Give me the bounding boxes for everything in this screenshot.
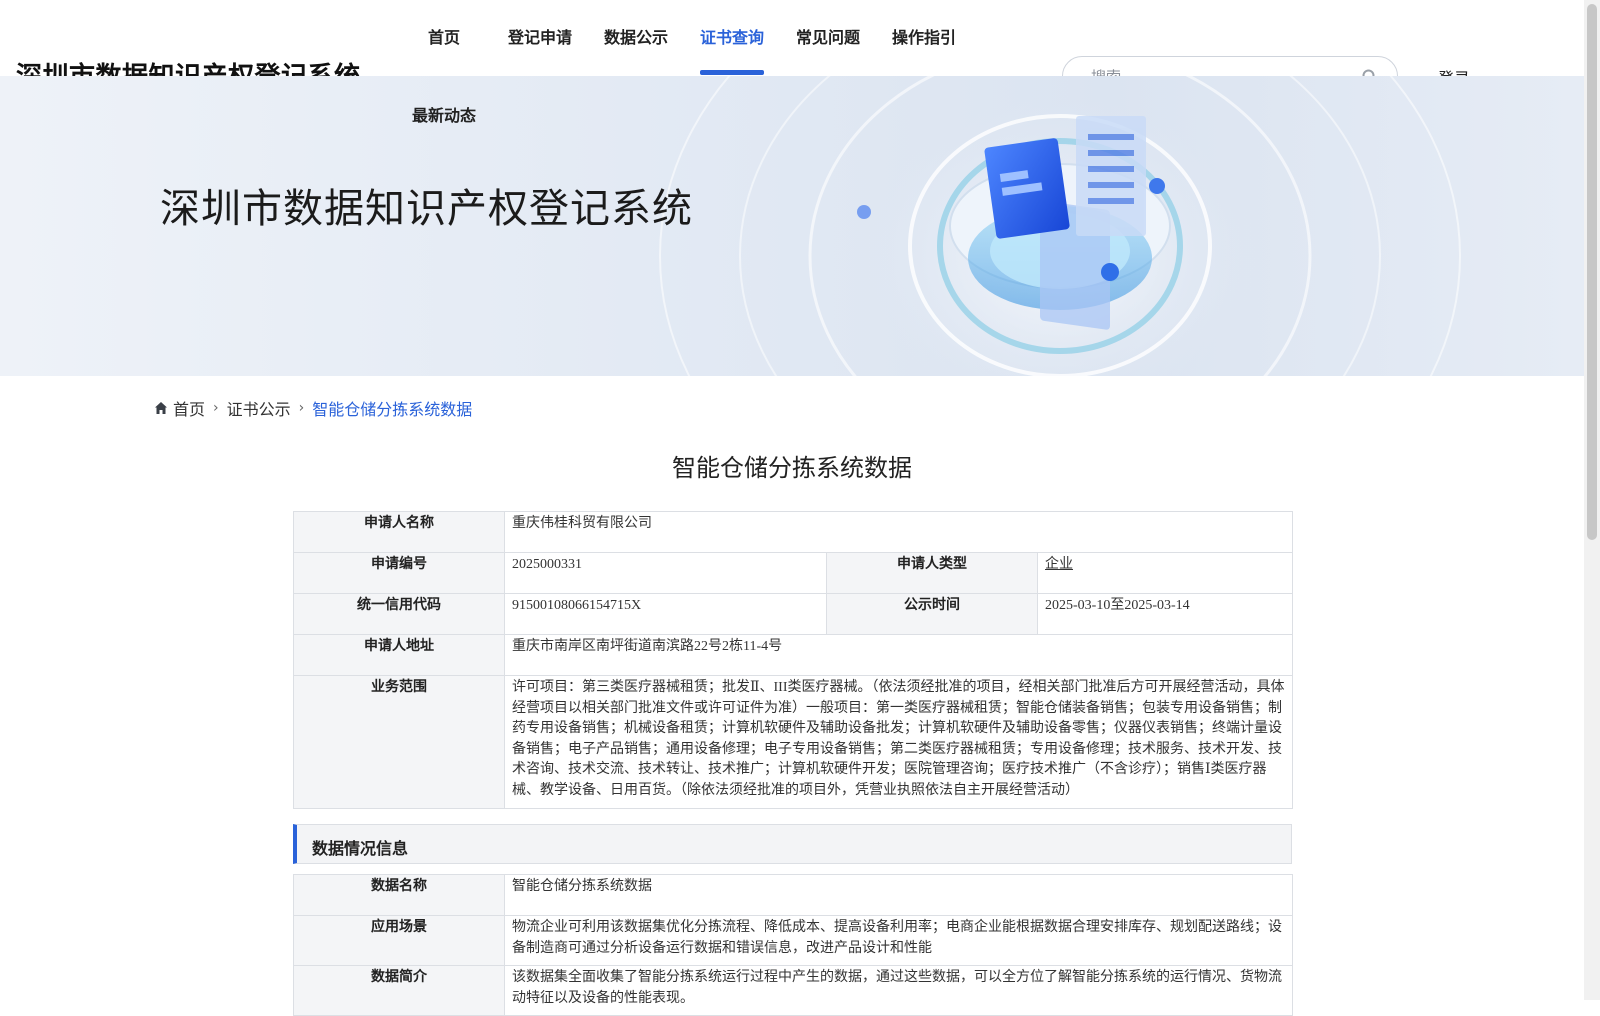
nav-active-indicator bbox=[700, 70, 764, 75]
breadcrumb-home[interactable]: 首页 bbox=[173, 396, 205, 420]
publicity-time-value: 2025-03-10至2025-03-14 bbox=[1036, 593, 1294, 635]
table-row: 申请人地址 重庆市南岸区南坪街道南滨路22号2栋11-4号 bbox=[293, 634, 1294, 676]
banner-title: 深圳市数据知识产权登记系统 bbox=[160, 186, 693, 232]
business-scope-value: 许可项目：第三类医疗器械租赁；批发Ⅱ、III类医疗器械。（依法须经批准的项目，经… bbox=[503, 675, 1294, 809]
application-scenario-value: 物流企业可利用该数据集优化分拣流程、降低成本、提高设备利用率；电商企业能根据数据… bbox=[504, 914, 1293, 967]
breadcrumb-current: 智能仓储分拣系统数据 bbox=[312, 400, 473, 419]
table-row: 数据名称 智能仓储分拣系统数据 bbox=[293, 874, 1293, 916]
applicant-name-label: 申请人名称 bbox=[293, 511, 505, 553]
credit-code-label: 统一信用代码 bbox=[293, 593, 505, 635]
data-intro-value: 该数据集全面收集了智能分拣系统运行过程中产生的数据，通过这些数据，可以全方位了解… bbox=[504, 965, 1293, 1016]
nav-faq[interactable]: 常见问题 bbox=[796, 24, 860, 48]
page-scrollbar[interactable] bbox=[1584, 0, 1600, 1000]
data-name-value: 智能仓储分拣系统数据 bbox=[504, 874, 1293, 916]
applicant-address-value: 重庆市南岸区南坪街道南滨路22号2栋11-4号 bbox=[503, 634, 1294, 676]
nav-register-apply[interactable]: 登记申请 bbox=[508, 24, 572, 48]
applicant-name-value: 重庆伟桂科贸有限公司 bbox=[503, 511, 1294, 553]
application-scenario-label: 应用场景 bbox=[293, 914, 505, 967]
nav-data-publicity[interactable]: 数据公示 bbox=[604, 24, 668, 48]
scrollbar-thumb[interactable] bbox=[1587, 4, 1597, 540]
table-row: 申请编号 2025000331 申请人类型 企业 bbox=[293, 552, 1294, 594]
section-title: 数据情况信息 bbox=[312, 841, 409, 858]
nav-guide[interactable]: 操作指引 bbox=[892, 24, 956, 48]
home-icon bbox=[155, 402, 167, 414]
data-info-section-header: 数据情况信息 bbox=[293, 824, 1292, 864]
applicant-type-link[interactable]: 企业 bbox=[1045, 557, 1073, 572]
main-nav: 首页 登记申请 数据公示 证书查询 常见问题 操作指引 bbox=[0, 0, 1000, 76]
nav-latest-news[interactable]: 最新动态 bbox=[412, 102, 476, 126]
applicant-info-table: 申请人名称 重庆伟桂科贸有限公司 申请编号 2025000331 申请人类型 企… bbox=[293, 511, 1294, 809]
nav-certificate-query[interactable]: 证书查询 bbox=[700, 24, 764, 48]
hero-banner: 深圳市数据知识产权登记系统 bbox=[0, 76, 1584, 376]
page-title: 智能仓储分拣系统数据 bbox=[672, 454, 912, 482]
table-row: 应用场景 物流企业可利用该数据集优化分拣流程、降低成本、提高设备利用率；电商企业… bbox=[293, 914, 1293, 967]
data-name-label: 数据名称 bbox=[293, 874, 505, 916]
application-number-label: 申请编号 bbox=[293, 552, 505, 594]
breadcrumb-certificate-publicity[interactable]: 证书公示 bbox=[227, 396, 291, 420]
data-intro-label: 数据简介 bbox=[293, 965, 505, 1016]
credit-code-value: 91500108066154715X bbox=[504, 593, 827, 635]
applicant-type-label: 申请人类型 bbox=[826, 552, 1038, 594]
table-row: 业务范围 许可项目：第三类医疗器械租赁；批发Ⅱ、III类医疗器械。（依法须经批准… bbox=[293, 675, 1294, 809]
breadcrumb: 首页 › 证书公示 › 智能仓储分拣系统数据 bbox=[154, 396, 472, 420]
chevron-right-icon: › bbox=[213, 400, 219, 416]
business-scope-label: 业务范围 bbox=[293, 675, 505, 809]
application-number-value: 2025000331 bbox=[504, 552, 827, 594]
applicant-address-label: 申请人地址 bbox=[293, 634, 505, 676]
table-row: 申请人名称 重庆伟桂科贸有限公司 bbox=[293, 511, 1294, 553]
table-row: 数据简介 该数据集全面收集了智能分拣系统运行过程中产生的数据，通过这些数据，可以… bbox=[293, 965, 1293, 1016]
table-row: 统一信用代码 91500108066154715X 公示时间 2025-03-1… bbox=[293, 593, 1294, 635]
data-info-table: 数据名称 智能仓储分拣系统数据 应用场景 物流企业可利用该数据集优化分拣流程、降… bbox=[293, 874, 1293, 1016]
nav-home[interactable]: 首页 bbox=[428, 24, 460, 48]
chevron-right-icon: › bbox=[298, 400, 305, 416]
publicity-time-label: 公示时间 bbox=[826, 593, 1038, 635]
